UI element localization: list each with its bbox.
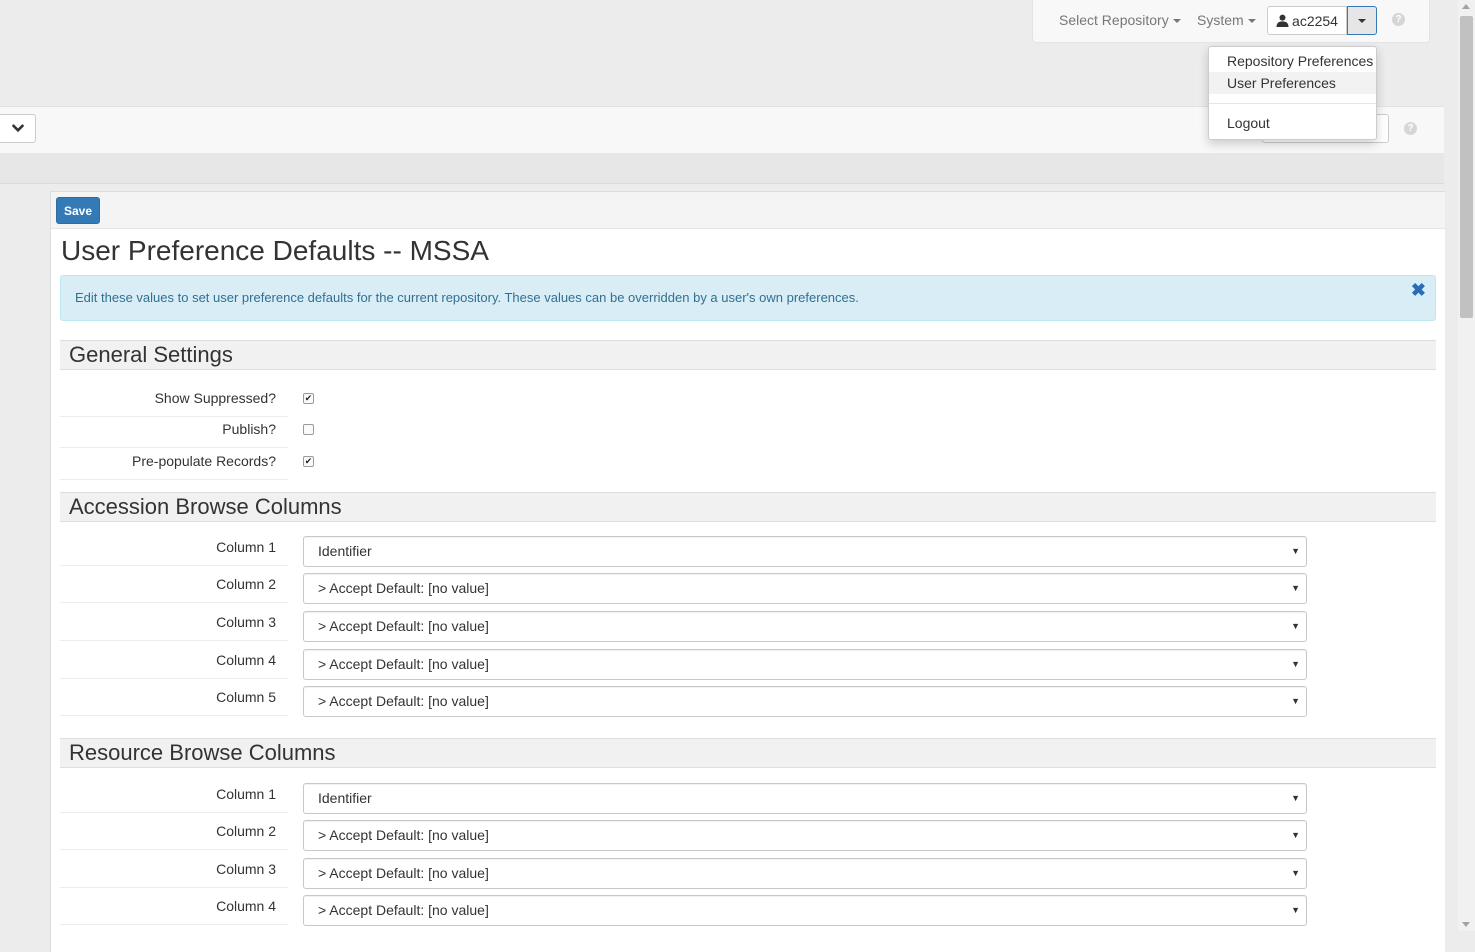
info-message: Edit these values to set user preference… [75,290,859,305]
field-label: Column 1 [60,536,288,566]
form-row-resource-column-4: Column 4 > Accept Default: [no value] ▼ [60,895,1436,927]
show-suppressed-checkbox[interactable]: ✔ [303,393,314,404]
select-value: > Accept Default: [no value] [318,656,489,672]
field-label: Show Suppressed? [60,387,288,417]
main-panel: Save User Preference Defaults -- MSSA Ed… [50,191,1445,952]
dropdown-arrow-icon: ▼ [1291,583,1300,593]
form-row-resource-column-2: Column 2 > Accept Default: [no value] ▼ [60,820,1436,852]
form-row-accession-column-4: Column 4 > Accept Default: [no value] ▼ [60,649,1436,681]
form-row-accession-column-5: Column 5 > Accept Default: [no value] ▼ [60,686,1436,718]
accession-column-2-select[interactable]: > Accept Default: [no value] ▼ [303,573,1307,604]
select-value: > Accept Default: [no value] [318,693,489,709]
form-toolbar: Save [51,192,1445,229]
field-label: Column 1 [60,783,288,813]
select-value: Identifier [318,790,372,806]
field-label: Column 2 [60,573,288,603]
field-label: Column 4 [60,895,288,925]
select-value: > Accept Default: [no value] [318,827,489,843]
caret-down-icon [1358,18,1366,23]
user-menu-toggle[interactable] [1347,6,1377,35]
field-label: Publish? [60,418,288,448]
menu-item-logout[interactable]: Logout [1209,112,1376,134]
scroll-down-arrow-icon[interactable] [1462,922,1470,927]
system-menu[interactable]: System [1197,12,1256,28]
top-navbar: Select Repository System ac2254 ? [1032,0,1430,43]
user-button[interactable]: ac2254 [1267,6,1347,35]
select-repository-label: Select Repository [1059,12,1169,28]
dropdown-arrow-icon: ▼ [1291,830,1300,840]
resource-column-1-select[interactable]: Identifier ▼ [303,783,1307,814]
field-label: Column 5 [60,686,288,716]
resource-column-2-select[interactable]: > Accept Default: [no value] ▼ [303,820,1307,851]
scrollbar-thumb[interactable] [1460,16,1473,318]
user-icon [1276,14,1289,27]
accession-column-4-select[interactable]: > Accept Default: [no value] ▼ [303,649,1307,680]
select-value: > Accept Default: [no value] [318,902,489,918]
field-label: Column 2 [60,820,288,850]
field-label: Column 3 [60,611,288,641]
form-row-prepopulate-records: Pre-populate Records? ✔ [60,450,1436,482]
section-accession-browse-columns: Accession Browse Columns [60,492,1436,522]
menu-item-user-preferences[interactable]: User Preferences [1209,72,1376,94]
select-value: Identifier [318,543,372,559]
dropdown-arrow-icon: ▼ [1291,696,1300,706]
system-label: System [1197,12,1244,28]
form-row-accession-column-1: Column 1 Identifier ▼ [60,536,1436,568]
help-icon[interactable]: ? [1404,122,1417,135]
accession-column-5-select[interactable]: > Accept Default: [no value] ▼ [303,686,1307,717]
dropdown-arrow-icon: ▼ [1291,621,1300,631]
resource-column-4-select[interactable]: > Accept Default: [no value] ▼ [303,895,1307,926]
accession-column-1-select[interactable]: Identifier ▼ [303,536,1307,567]
select-value: > Accept Default: [no value] [318,618,489,634]
dropdown-arrow-icon: ▼ [1291,546,1300,556]
chevron-down-icon [11,124,24,133]
form-row-show-suppressed: Show Suppressed? ✔ [60,387,1436,419]
close-icon[interactable]: ✖ [1411,280,1426,301]
form-row-resource-column-1: Column 1 Identifier ▼ [60,783,1436,815]
menu-divider [1209,103,1376,104]
collapse-toggle-button[interactable] [0,114,36,143]
form-row-accession-column-3: Column 3 > Accept Default: [no value] ▼ [60,611,1436,643]
prepopulate-records-checkbox[interactable]: ✔ [303,456,314,467]
chevron-down-icon [1247,19,1256,24]
dropdown-arrow-icon: ▼ [1291,905,1300,915]
field-label: Pre-populate Records? [60,450,288,480]
select-value: > Accept Default: [no value] [318,865,489,881]
dropdown-arrow-icon: ▼ [1291,868,1300,878]
user-dropdown-menu: Repository Preferences User Preferences … [1208,46,1377,140]
breadcrumb-bar [0,153,1444,184]
form-row-publish: Publish? [60,418,1436,450]
select-value: > Accept Default: [no value] [318,580,489,596]
dropdown-arrow-icon: ▼ [1291,659,1300,669]
page-title: User Preference Defaults -- MSSA [61,235,489,266]
accession-column-3-select[interactable]: > Accept Default: [no value] ▼ [303,611,1307,642]
field-label: Column 4 [60,649,288,679]
form-row-accession-column-2: Column 2 > Accept Default: [no value] ▼ [60,573,1436,605]
field-label: Column 3 [60,858,288,888]
info-alert: Edit these values to set user preference… [60,275,1436,321]
vertical-scrollbar[interactable] [1458,0,1475,931]
save-button[interactable]: Save [56,197,100,224]
section-general-settings: General Settings [60,340,1436,370]
publish-checkbox[interactable] [303,424,314,435]
select-repository-menu[interactable]: Select Repository [1059,12,1181,28]
resource-column-3-select[interactable]: > Accept Default: [no value] ▼ [303,858,1307,889]
username: ac2254 [1292,12,1338,29]
section-resource-browse-columns: Resource Browse Columns [60,738,1436,768]
form-row-resource-column-3: Column 3 > Accept Default: [no value] ▼ [60,858,1436,890]
scroll-up-arrow-icon[interactable] [1462,4,1470,9]
help-icon[interactable]: ? [1392,13,1405,26]
chevron-down-icon [1172,19,1181,24]
menu-item-repository-preferences[interactable]: Repository Preferences [1209,50,1376,72]
dropdown-arrow-icon: ▼ [1291,793,1300,803]
